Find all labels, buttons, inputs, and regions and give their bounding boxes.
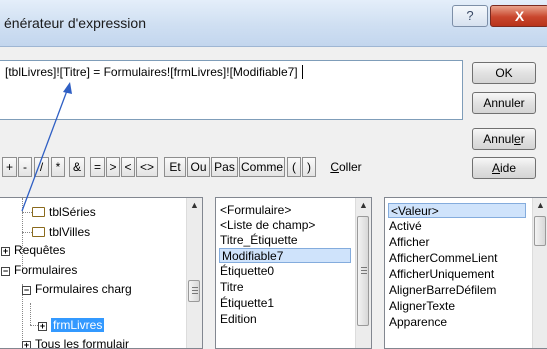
annotation-arrow bbox=[21, 82, 72, 212]
